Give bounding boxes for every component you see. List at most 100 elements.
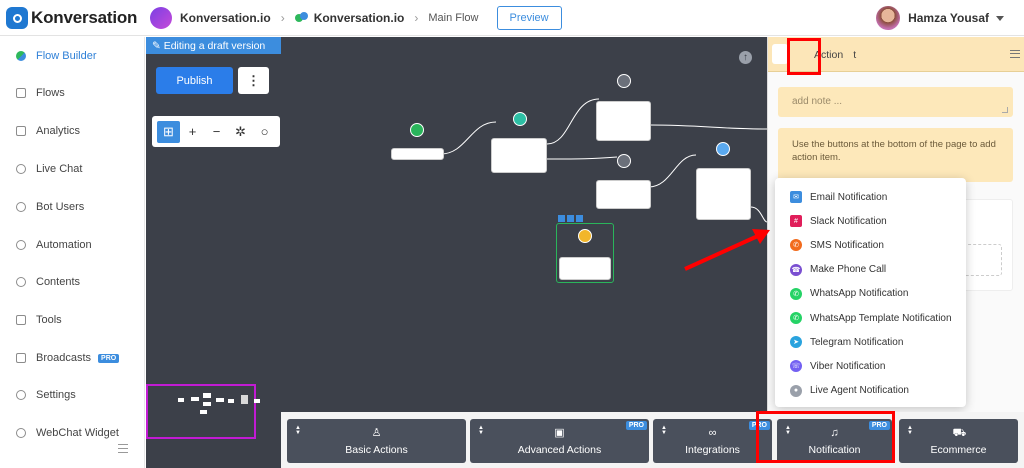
top-bar: Konversation Konversation.io › Konversat… [0,0,1024,36]
sidebar-item-broadcasts[interactable]: Broadcasts PRO [16,352,120,364]
ecommerce-button[interactable]: ▲ ▼ ⛟ Ecommerce [899,419,1018,463]
send-message-node-icon [617,154,631,168]
sort-icon: ▲ ▼ [295,425,301,436]
user-name[interactable]: Hamza Yousaf [908,11,989,25]
telegram-icon: ➤ [790,336,802,349]
menu-item-whatsapp-notification[interactable]: ✆ WhatsApp Notification [775,282,966,306]
sidebar-item-flows[interactable]: Flows [16,87,65,99]
menu-item-label: WhatsApp Notification [810,288,909,300]
highlight-box [756,411,895,463]
minimap-node [254,399,260,403]
draft-banner: ✎ Editing a draft version [146,37,281,54]
minimap[interactable] [146,384,260,439]
note-input[interactable]: add note ... [778,87,1013,117]
message-node[interactable] [491,138,547,173]
viber-icon: ☏ [790,360,802,373]
project-avatar[interactable] [150,7,172,29]
note-placeholder: add note ... [792,96,843,107]
sidebar: Flow Builder Flows Analytics Live Chat B… [0,37,145,468]
draft-label: Editing a draft version [163,40,266,52]
user-menu[interactable]: Hamza Yousaf [876,6,1004,30]
user-icon: ♙ [371,427,382,439]
node-toolbar[interactable] [558,215,588,222]
flow-project-link[interactable]: Konversation.io [314,11,405,25]
menu-item-sms-notification[interactable]: ✆ SMS Notification [775,233,966,257]
chevron-right-icon: › [280,11,285,25]
button-label: Ecommerce [930,444,987,456]
flow-builder-icon [16,51,26,61]
preview-button[interactable]: Preview [496,6,562,30]
menu-item-live-agent-notification[interactable]: ● Live Agent Notification [775,379,966,403]
action-toolbar: ▲ ▼ ♙ Basic Actions ▲ ▼ ▣ Advanced Actions… [281,412,1024,468]
chevron-right-icon: › [414,11,419,25]
hamburger-menu-icon[interactable] [1010,50,1020,58]
expand-icon[interactable]: ↑ [739,51,752,64]
sidebar-item-webchat-widget[interactable]: WebChat Widget [16,427,119,439]
menu-item-viber-notification[interactable]: ☏ Viber Notification [775,354,966,378]
gear-icon [16,390,26,400]
menu-item-label: Live Agent Notification [810,385,909,397]
sidebar-item-analytics[interactable]: Analytics [16,125,80,137]
advanced-actions-button[interactable]: ▲ ▼ ▣ Advanced Actions PRO [470,419,649,463]
button-label: Integrations [685,444,740,456]
more-options-button[interactable]: ⋮ [238,67,269,94]
start-node-icon [410,123,424,137]
menu-item-email-notification[interactable]: ✉ Email Notification [775,185,966,209]
menu-item-label: Telegram Notification [810,336,904,348]
delete-icon[interactable] [576,215,583,222]
send-message-node-icon [513,112,527,126]
menu-item-make-phone-call[interactable]: ☎ Make Phone Call [775,258,966,282]
sidebar-item-live-chat[interactable]: Live Chat [16,163,82,175]
headset-icon [16,164,26,174]
minimap-node [216,398,224,402]
zoom-in-icon[interactable]: + [181,121,204,143]
minimap-node [203,402,211,406]
project-name[interactable]: Konversation.io [180,11,271,25]
message-node[interactable] [596,101,651,141]
sidebar-item-flow-builder[interactable]: Flow Builder [16,50,97,62]
editor-panel: ✎ Editing a draft version Publish ⋮ ⊞ + … [146,37,281,468]
menu-item-whatsapp-template-notification[interactable]: ✆ WhatsApp Template Notification [775,306,966,330]
avatar[interactable] [876,6,901,30]
app-logo[interactable]: Konversation [6,7,137,29]
edit-icon[interactable] [558,215,565,222]
pro-badge: PRO [98,353,120,363]
message-node[interactable] [596,180,651,209]
app-name: Konversation [31,8,138,27]
menu-item-label: Email Notification [810,191,888,203]
publish-button[interactable]: Publish [156,67,233,94]
action-node[interactable] [559,257,611,280]
chevron-down-icon[interactable] [996,15,1004,21]
sidebar-item-tools[interactable]: Tools [16,314,62,326]
magic-wand-icon[interactable]: ✲ [229,121,252,143]
flows-icon [16,88,26,98]
sidebar-item-label: Tools [36,314,62,326]
search-icon[interactable]: ○ [253,121,276,143]
zoom-out-icon[interactable]: − [205,121,228,143]
menu-item-slack-notification[interactable]: # Slack Notification [775,209,966,233]
sidebar-item-label: Live Chat [36,163,83,175]
tools-icon [16,315,26,325]
menu-item-label: Slack Notification [810,215,887,227]
copy-icon[interactable] [567,215,574,222]
minimap-node [191,397,199,401]
sidebar-item-contents[interactable]: Contents [16,276,80,288]
slack-icon: # [790,215,802,228]
integrations-button[interactable]: ▲ ▼ ∞ Integrations PRO [653,419,772,463]
basic-actions-button[interactable]: ▲ ▼ ♙ Basic Actions [287,419,466,463]
sidebar-item-bot-users[interactable]: Bot Users [16,201,84,213]
sidebar-item-label: WebChat Widget [36,427,119,439]
menu-collapse-icon[interactable] [118,444,128,453]
sidebar-item-settings[interactable]: Settings [16,389,76,401]
briefcase-icon: ▣ [554,427,565,439]
add-node-icon[interactable]: ⊞ [157,120,180,143]
agent-icon: ● [790,384,802,397]
sidebar-item-label: Flows [36,87,65,99]
prompt-node[interactable] [696,168,751,220]
menu-item-label: Viber Notification [810,360,886,372]
start-node[interactable] [391,148,444,160]
back-button[interactable] [772,44,788,64]
sidebar-item-automation[interactable]: Automation [16,239,92,251]
resize-handle-icon[interactable] [1002,107,1008,113]
menu-item-telegram-notification[interactable]: ➤ Telegram Notification [775,330,966,354]
